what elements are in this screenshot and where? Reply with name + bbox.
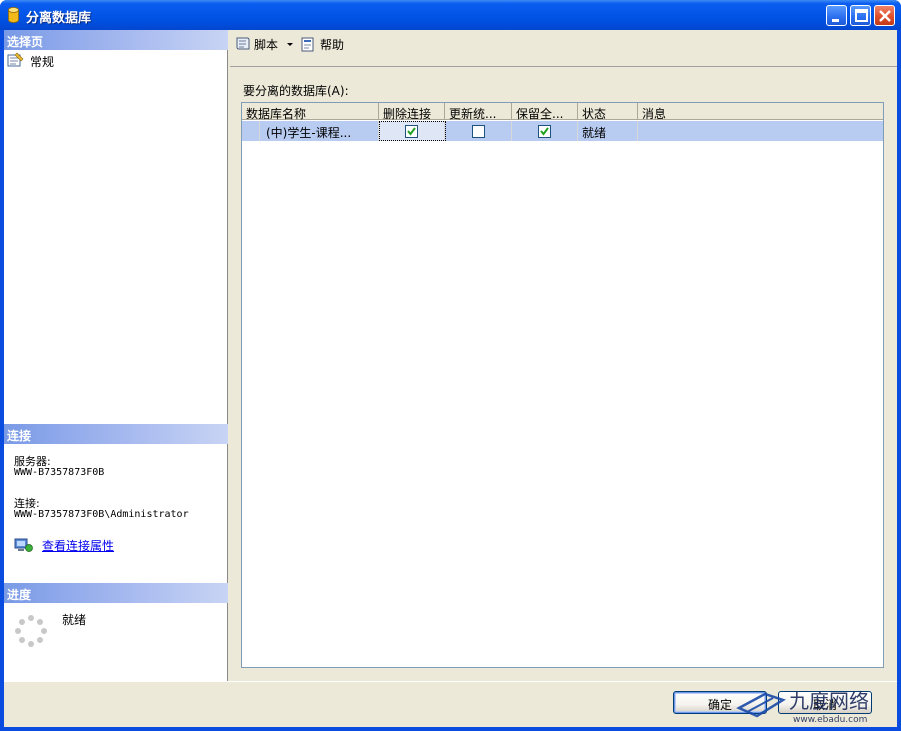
status-cell: 就绪 (578, 121, 638, 141)
help-label: 帮助 (320, 38, 345, 52)
column-header-drop-connections[interactable]: 删除连接 (379, 103, 445, 120)
watermark-logo: 九度网络 www.ebadu.com (736, 689, 869, 725)
column-header-update-stats[interactable]: 更新统... (445, 103, 512, 120)
watermark-url: www.ebadu.com (793, 715, 867, 725)
column-header-db-name[interactable]: 数据库名称 (242, 103, 379, 120)
column-header-message[interactable]: 消息 (638, 103, 883, 120)
minimize-button[interactable] (826, 5, 847, 26)
close-button[interactable] (874, 5, 895, 26)
script-dropdown-button[interactable]: 脚本 (234, 36, 298, 56)
chevron-down-icon (287, 43, 293, 46)
grid-label: 要分离的数据库(A): (243, 84, 349, 98)
column-header-keep-fulltext[interactable]: 保留全... (512, 103, 578, 120)
table-row[interactable]: (中)学生-课程... 就绪 (242, 121, 883, 141)
toolbar-separator (230, 66, 897, 67)
maximize-icon (855, 9, 868, 22)
script-icon (236, 37, 250, 50)
page-item-label: 常规 (30, 55, 55, 69)
connection-header: 连接 (4, 424, 228, 444)
column-header-status[interactable]: 状态 (578, 103, 638, 120)
progress-header: 进度 (4, 583, 228, 603)
watermark-brand: 九度网络 (789, 689, 869, 713)
database-icon (8, 7, 19, 23)
window-title: 分离数据库 (26, 11, 92, 26)
maximize-button[interactable] (850, 5, 871, 26)
keep-fulltext-checkbox[interactable] (538, 125, 551, 138)
cell-focus-rect (379, 121, 446, 141)
help-button[interactable]: 帮助 (300, 36, 352, 56)
script-label: 脚本 (254, 38, 279, 52)
update-stats-checkbox[interactable] (472, 125, 485, 138)
server-value: WWW-B7357873F0B (14, 467, 105, 478)
keep-fulltext-cell (512, 121, 578, 141)
help-icon (301, 37, 314, 52)
connection-value: WWW-B7357873F0B\Administrator (14, 509, 189, 520)
progress-spinner-icon (15, 615, 47, 647)
toolbar: 脚本 帮助 (230, 34, 897, 56)
database-grid[interactable]: 数据库名称 删除连接 更新统... 保留全... 状态 消息 (中)学生-课程.… (241, 102, 884, 668)
message-cell (638, 121, 883, 141)
view-connection-properties-link[interactable]: 查看连接属性 (42, 537, 114, 554)
update-stats-cell (445, 121, 512, 141)
grid-header: 数据库名称 删除连接 更新统... 保留全... 状态 消息 (242, 103, 883, 120)
close-icon (879, 10, 891, 22)
progress-status: 就绪 (62, 613, 87, 627)
select-page-header: 选择页 (4, 30, 228, 50)
checkmark-icon (540, 127, 549, 136)
row-header-cell (242, 121, 260, 141)
detach-database-window: 分离数据库 选择页 常规 连接 服务器: WWW-B7357873F0B 连接:… (0, 0, 901, 731)
db-name-cell: (中)学生-课程... (260, 121, 379, 141)
title-bar[interactable]: 分离数据库 (0, 0, 901, 30)
properties-page-icon (7, 52, 24, 67)
connection-properties-icon (14, 538, 33, 552)
dialog-client-area: 选择页 常规 连接 服务器: WWW-B7357873F0B 连接: WWW-B… (4, 30, 897, 727)
minimize-icon (832, 19, 839, 22)
bottom-separator (4, 681, 897, 682)
left-pane: 选择页 常规 连接 服务器: WWW-B7357873F0B 连接: WWW-B… (4, 30, 228, 681)
